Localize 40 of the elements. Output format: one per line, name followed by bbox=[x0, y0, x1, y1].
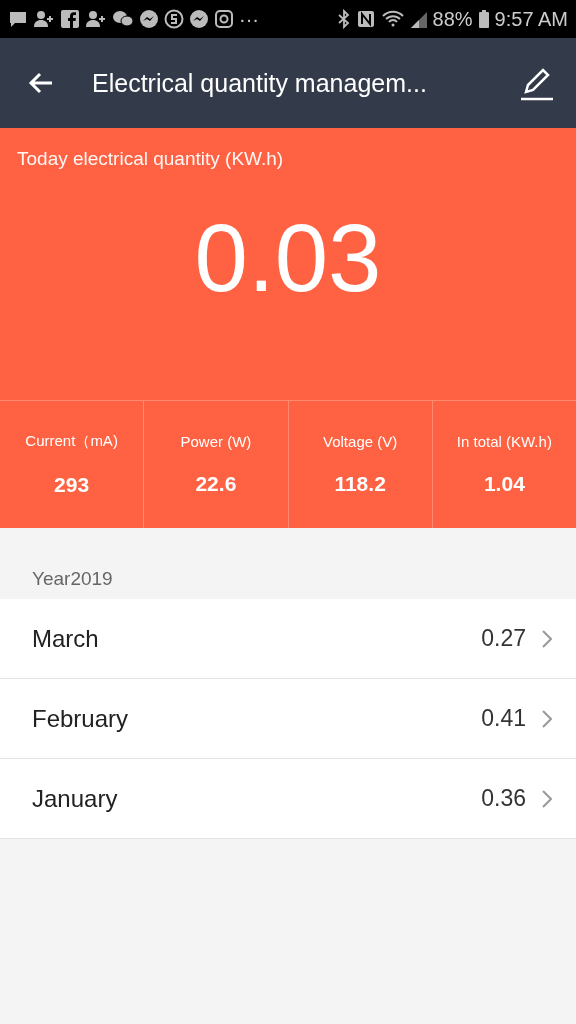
month-value: 0.36 bbox=[481, 785, 526, 812]
year-heading: Year2019 bbox=[31, 567, 114, 591]
stat-value: 1.04 bbox=[483, 472, 525, 496]
message-icon bbox=[8, 9, 28, 29]
month-row[interactable]: March 0.27 bbox=[0, 599, 576, 679]
camera-icon bbox=[214, 9, 234, 29]
nfc-icon bbox=[355, 9, 376, 29]
clock-time: 9:57 AM bbox=[494, 7, 568, 31]
month-name: March bbox=[32, 624, 99, 653]
wifi-icon bbox=[380, 9, 405, 29]
battery-icon bbox=[477, 9, 490, 29]
screen-title: Electrical quantity managem... bbox=[92, 68, 428, 98]
month-name: February bbox=[32, 704, 129, 733]
month-row[interactable]: January 0.36 bbox=[0, 759, 576, 839]
circle-logo-icon bbox=[164, 9, 184, 29]
facebook-icon bbox=[60, 9, 80, 29]
chevron-icon bbox=[542, 629, 552, 648]
month-value: 0.27 bbox=[481, 625, 526, 652]
chevron-icon bbox=[542, 789, 552, 808]
stat-value: 293 bbox=[54, 473, 90, 497]
bluetooth-icon bbox=[336, 9, 351, 29]
month-row[interactable]: February 0.41 bbox=[0, 679, 576, 759]
today-value: 0.03 bbox=[193, 210, 383, 306]
stat-label: In total (KW.h) bbox=[456, 433, 552, 450]
stat-label: Power (W) bbox=[180, 433, 252, 450]
messenger-icon bbox=[139, 9, 159, 29]
stat-label: Current（mA) bbox=[25, 432, 118, 451]
stat-value: 118.2 bbox=[334, 472, 386, 496]
messenger-icon bbox=[189, 9, 209, 29]
add-contact-icon bbox=[33, 9, 55, 29]
month-name: January bbox=[32, 784, 118, 813]
stat-label: Voltage (V) bbox=[323, 433, 398, 450]
battery-percent: 88% bbox=[432, 7, 473, 31]
month-value: 0.41 bbox=[481, 705, 526, 732]
today-label: Today electrical quantity (KW.h) bbox=[17, 148, 285, 170]
add-contact-icon bbox=[85, 9, 107, 29]
stat-value: 22.6 bbox=[195, 472, 237, 496]
more-notifications: ··· bbox=[239, 7, 259, 31]
chevron-icon bbox=[542, 709, 552, 728]
chat-bubbles-icon bbox=[112, 9, 134, 29]
